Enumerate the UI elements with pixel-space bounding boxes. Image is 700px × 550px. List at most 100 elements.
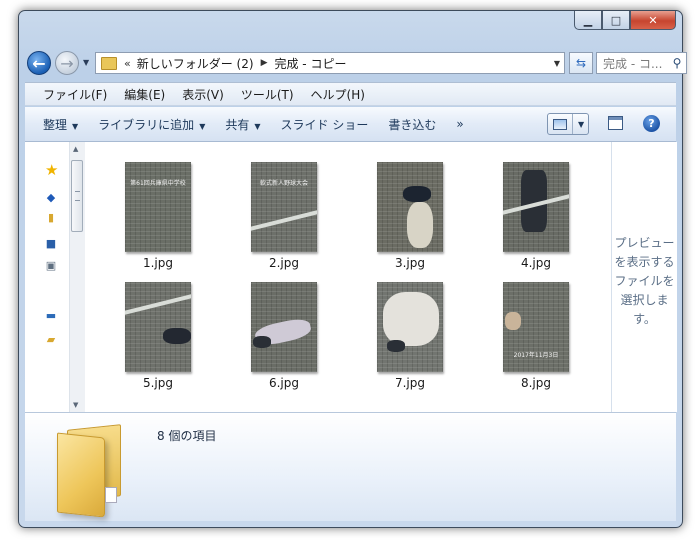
search-input[interactable]: 完成 - コ... xyxy=(603,55,668,72)
file-name: 2.jpg xyxy=(268,256,300,270)
forward-button[interactable]: → xyxy=(55,51,79,75)
player-helmet xyxy=(403,186,431,202)
file-item[interactable]: 5.jpg xyxy=(112,272,204,392)
share-button[interactable]: 共有 ▼ xyxy=(225,116,260,133)
slideshow-button[interactable]: スライド ショー xyxy=(281,116,369,133)
explorer-window: ▁ □ ✕ ← → ▼ « 新しいフォルダー (2) ▶ 完成 - コピー ▼ … xyxy=(18,10,687,528)
favorites-star-icon[interactable]: ★ xyxy=(45,163,58,178)
more-commands-button[interactable]: » xyxy=(456,117,463,131)
file-name: 6.jpg xyxy=(268,376,300,390)
file-item[interactable]: 2017年11月3日 8.jpg xyxy=(490,272,582,392)
folder-front xyxy=(57,432,105,518)
refresh-button[interactable]: ⇆ xyxy=(569,52,593,74)
file-item[interactable]: 7.jpg xyxy=(364,272,456,392)
thumbnail-caption: 第61回兵庫県中学校 xyxy=(130,180,186,187)
file-item[interactable]: 軟式新人野球大会 2.jpg xyxy=(238,152,330,272)
menu-help[interactable]: ヘルプ(H) xyxy=(311,86,365,103)
refresh-icon: ⇆ xyxy=(575,56,587,70)
image-texture xyxy=(251,162,317,252)
thumbnail-image xyxy=(125,282,191,372)
help-icon[interactable]: ? xyxy=(643,115,660,132)
file-item[interactable]: 4.jpg xyxy=(490,152,582,272)
preview-message: プレビューを表示するファイルを選択します。 xyxy=(614,236,675,326)
breadcrumb-separator[interactable]: ▶ xyxy=(261,58,268,68)
thumbnail-image xyxy=(377,162,443,252)
share-label: 共有 xyxy=(225,117,250,132)
file-name: 3.jpg xyxy=(394,256,426,270)
thumbnail-image xyxy=(503,162,569,252)
back-button[interactable]: ← xyxy=(27,51,51,75)
address-dropdown[interactable]: ▼ xyxy=(554,59,560,68)
scroll-thumb[interactable] xyxy=(71,160,83,232)
thumbnail-caption: 軟式新人野球大会 xyxy=(259,180,308,187)
player-body xyxy=(383,292,439,346)
recent-pages-dropdown[interactable]: ▼ xyxy=(83,58,89,67)
dropdown-arrow-icon: ▼ xyxy=(199,121,206,131)
breadcrumb-item[interactable]: 新しいフォルダー (2) xyxy=(137,55,254,72)
file-name: 8.jpg xyxy=(520,376,552,390)
scroll-down-arrow-icon[interactable]: ▼ xyxy=(73,401,78,409)
add-to-library-label: ライブラリに追加 xyxy=(98,117,195,132)
item-count: 8 個の項目 xyxy=(157,429,217,443)
thumbnail-image: 第61回兵庫県中学校 xyxy=(125,162,191,252)
thumbnail-image xyxy=(377,282,443,372)
menu-view[interactable]: 表示(V) xyxy=(182,86,224,103)
navigation-pane: ★ ◆ ▮ ■ ▣ ▬ ▰ xyxy=(25,142,70,412)
player-hand xyxy=(505,312,521,330)
folder-icon xyxy=(101,56,117,70)
organize-button[interactable]: 整理 ▼ xyxy=(43,116,78,133)
view-separator xyxy=(572,114,573,134)
file-name: 1.jpg xyxy=(142,256,174,270)
search-box[interactable]: 完成 - コ... ⚲ xyxy=(596,52,687,74)
view-dropdown-arrow-icon[interactable]: ▼ xyxy=(578,120,584,129)
file-list: 第61回兵庫県中学校 1.jpg 軟式新人野球大会 2.jpg 3.jpg 4.… xyxy=(87,142,605,412)
file-item[interactable]: 3.jpg xyxy=(364,152,456,272)
player-body xyxy=(407,202,433,248)
close-button[interactable]: ✕ xyxy=(630,11,676,30)
network-icon[interactable]: ▬ xyxy=(45,310,57,322)
content-area: ★ ◆ ▮ ■ ▣ ▬ ▰ ▲ ▼ 第61回兵庫県中学校 1.jpg 軟式新人野… xyxy=(25,142,677,413)
breadcrumb-item[interactable]: 完成 - コピー xyxy=(274,55,346,72)
scroll-up-arrow-icon[interactable]: ▲ xyxy=(73,145,78,153)
player-shoe xyxy=(387,340,405,352)
dropdown-arrow-icon: ▼ xyxy=(254,121,261,131)
address-bar[interactable]: « 新しいフォルダー (2) ▶ 完成 - コピー ▼ xyxy=(95,52,565,74)
thumbnail-caption: 2017年11月3日 xyxy=(513,352,559,359)
menu-tools[interactable]: ツール(T) xyxy=(241,86,294,103)
thumbnail-image xyxy=(251,282,317,372)
file-item[interactable]: 第61回兵庫県中学校 1.jpg xyxy=(112,152,204,272)
menu-bar: ファイル(F) 編集(E) 表示(V) ツール(T) ヘルプ(H) xyxy=(25,82,676,106)
file-name: 4.jpg xyxy=(520,256,552,270)
add-to-library-button[interactable]: ライブラリに追加 ▼ xyxy=(98,116,205,133)
libraries-icon[interactable]: ▮ xyxy=(45,212,57,224)
homegroup-icon[interactable]: ■ xyxy=(45,238,57,250)
command-bar: 整理 ▼ ライブラリに追加 ▼ 共有 ▼ スライド ショー 書き込む » ▼ ? xyxy=(25,107,676,142)
navigation-scrollbar[interactable]: ▲ ▼ xyxy=(69,142,85,412)
menu-file[interactable]: ファイル(F) xyxy=(43,86,107,103)
file-name: 5.jpg xyxy=(142,376,174,390)
maximize-button[interactable]: □ xyxy=(602,11,630,30)
breadcrumb-overflow[interactable]: « xyxy=(124,57,131,70)
details-pane: 8 個の項目 xyxy=(25,413,676,521)
onedrive-icon[interactable]: ◆ xyxy=(45,192,57,204)
view-icon xyxy=(553,118,567,130)
computer-icon[interactable]: ▣ xyxy=(45,260,57,272)
preview-pane-toggle-icon[interactable] xyxy=(608,116,623,130)
burn-button[interactable]: 書き込む xyxy=(388,116,436,133)
preview-pane: プレビューを表示するファイルを選択します。 xyxy=(611,142,677,412)
thumbnail-image: 2017年11月3日 xyxy=(503,282,569,372)
folder-icon[interactable]: ▰ xyxy=(45,334,57,346)
file-item[interactable]: 6.jpg xyxy=(238,272,330,392)
thumbnail-image: 軟式新人野球大会 xyxy=(251,162,317,252)
minimize-button[interactable]: ▁ xyxy=(574,11,602,30)
caption-buttons: ▁ □ ✕ xyxy=(574,11,676,30)
image-texture xyxy=(125,162,191,252)
dropdown-arrow-icon: ▼ xyxy=(72,121,79,131)
change-view-button[interactable]: ▼ xyxy=(547,113,589,135)
file-name: 7.jpg xyxy=(394,376,426,390)
folder-icon xyxy=(57,424,127,518)
menu-edit[interactable]: 編集(E) xyxy=(124,86,165,103)
player-shoe xyxy=(163,328,191,344)
navigation-bar: ← → ▼ « 新しいフォルダー (2) ▶ 完成 - コピー ▼ ⇆ 完成 -… xyxy=(27,49,687,77)
search-icon[interactable]: ⚲ xyxy=(668,56,686,70)
